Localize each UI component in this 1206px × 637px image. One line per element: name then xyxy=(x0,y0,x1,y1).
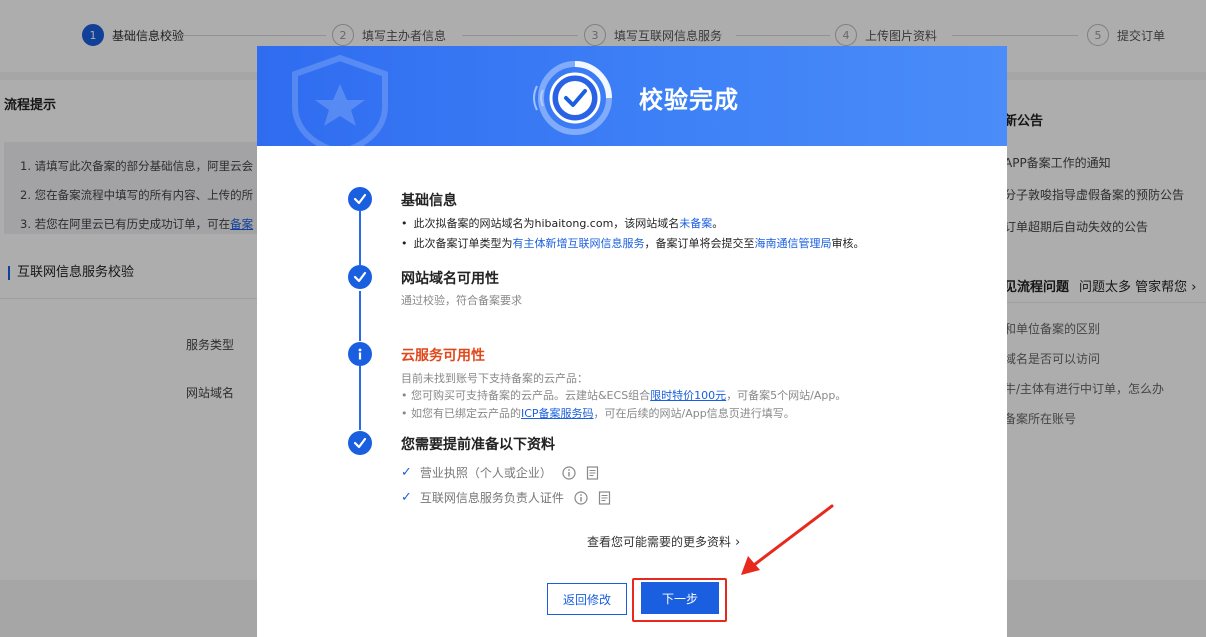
domain-availability-title: 网站域名可用性 xyxy=(401,271,499,287)
material-item: ✓ 互联网信息服务负责人证件 xyxy=(401,489,611,506)
unregistered-status: 未备案 xyxy=(679,217,713,230)
verification-complete-dialog: 校验完成 基础信息 此次拟备案的网站域名为hibaitong.com，该网站域名… xyxy=(257,46,1007,637)
info-circle-icon xyxy=(348,342,372,366)
checkmark-icon: ✓ xyxy=(401,490,412,505)
basic-info-line: 此次拟备案的网站域名为hibaitong.com，该网站域名未备案。 xyxy=(401,215,724,231)
check-circle-icon xyxy=(348,265,372,289)
timeline-connector xyxy=(359,366,361,430)
chevron-right-icon: › xyxy=(735,535,741,550)
check-circle-icon xyxy=(348,187,372,211)
materials-title: 您需要提前准备以下资料 xyxy=(401,437,555,453)
cloud-desc: • 您可购买可支持备案的云产品。云建站&ECS组合限时特价100元，可备案5个网… xyxy=(401,389,847,402)
document-icon[interactable] xyxy=(586,465,599,480)
cloud-desc: • 如您有已绑定云产品的ICP备案服务码，可在后续的网站/App信息页进行填写。 xyxy=(401,407,795,420)
material-item: ✓ 营业执照（个人或企业） xyxy=(401,464,599,481)
material-label: 互联网信息服务负责人证件 xyxy=(419,491,564,505)
info-icon[interactable] xyxy=(562,465,576,480)
icp-service-code-link[interactable]: ICP备案服务码 xyxy=(521,407,594,420)
timeline-connector xyxy=(359,211,361,265)
basic-info-line: 此次备案订单类型为有主体新增互联网信息服务，备案订单将会提交至海南通信管理局审核… xyxy=(401,235,865,251)
verified-check-icon xyxy=(533,61,612,135)
cloud-availability-title: 云服务可用性 xyxy=(401,348,485,364)
material-label: 营业执照（个人或企业） xyxy=(419,466,552,480)
cloud-desc: 目前未找到账号下支持备案的云产品： xyxy=(401,372,588,385)
more-materials-link[interactable]: 查看您可能需要的更多资料 › xyxy=(587,533,740,550)
basic-info-title: 基础信息 xyxy=(401,193,457,209)
promo-link[interactable]: 限时特价100元 xyxy=(650,389,726,402)
info-icon[interactable] xyxy=(574,490,588,505)
domain-availability-desc: 通过校验，符合备案要求 xyxy=(401,294,522,307)
checkmark-icon: ✓ xyxy=(401,465,412,480)
dialog-header: 校验完成 xyxy=(257,46,1007,146)
timeline-connector xyxy=(359,291,361,341)
authority-value: 海南通信管理局 xyxy=(754,237,832,250)
highlight-box xyxy=(632,578,727,622)
back-edit-button[interactable]: 返回修改 xyxy=(547,583,627,615)
dialog-title: 校验完成 xyxy=(639,86,739,114)
check-circle-icon xyxy=(348,431,372,455)
shield-watermark-icon xyxy=(292,54,388,146)
document-icon[interactable] xyxy=(598,490,611,505)
order-type-value: 有主体新增互联网信息服务 xyxy=(512,237,645,250)
